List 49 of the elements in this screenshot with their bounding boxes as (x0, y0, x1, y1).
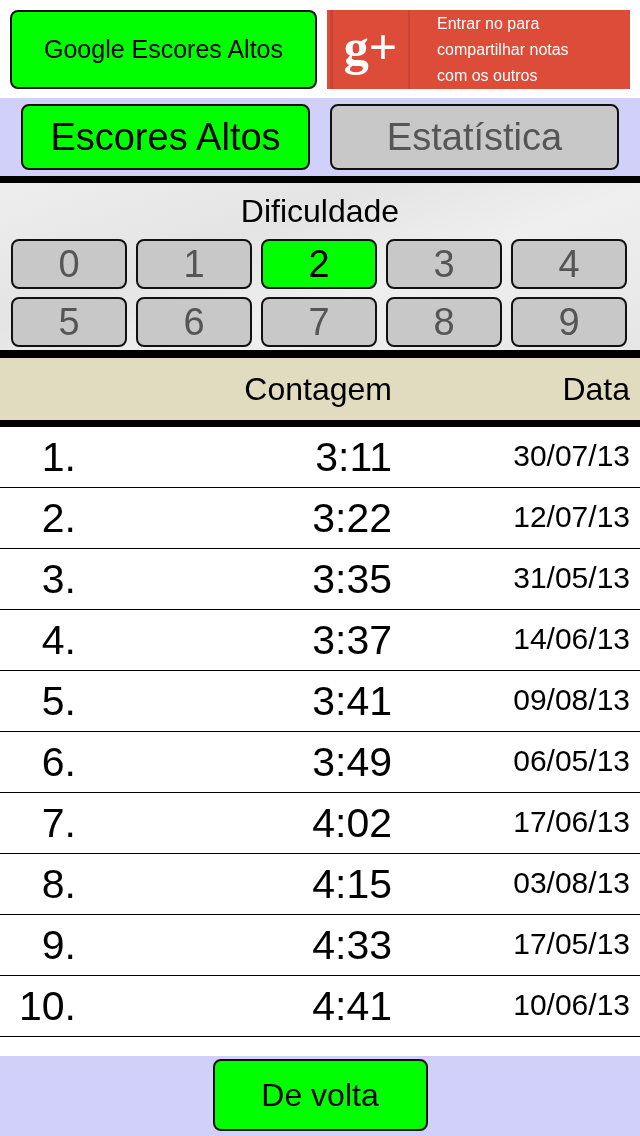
section-title: Dificuldade (239, 192, 401, 231)
date-cell: 31/05/13 (513, 561, 630, 594)
level-button[interactable]: 6 (136, 297, 252, 347)
logo-mark: g+ (330, 10, 410, 89)
time-cell: 4:15 (312, 860, 392, 907)
rank-cell: 5. (41, 677, 76, 724)
time-cell: 3:37 (312, 616, 392, 663)
back-button[interactable]: De volta (212, 1059, 428, 1131)
rank-cell: 1. (41, 433, 76, 480)
time-cell: 3:41 (312, 677, 392, 724)
date-cell: 17/06/13 (513, 805, 630, 838)
level-button[interactable]: 9 (511, 297, 627, 347)
time-cell: 4:41 (312, 982, 392, 1029)
rank-cell: 9. (41, 921, 76, 968)
level-button[interactable]: 7 (261, 297, 377, 347)
level-button[interactable]: 3 (386, 239, 502, 289)
time-cell: 3:49 (312, 738, 392, 785)
column-header: Data (562, 371, 630, 407)
rank-cell: 10. (19, 982, 76, 1029)
google-scores-button[interactable]: Google Escores Altos (10, 10, 317, 89)
sign-in-button[interactable]: g+ Entrar no para compartilhar notas com os outros (327, 10, 630, 89)
time-cell: 4:33 (312, 921, 392, 968)
time-cell: 3:11 (315, 433, 392, 480)
date-cell: 09/08/13 (513, 683, 630, 716)
tab[interactable]: Escores Altos (21, 104, 310, 170)
rank-cell: 2. (41, 494, 76, 541)
level-button[interactable]: 0 (11, 239, 127, 289)
time-cell: 4:02 (312, 799, 392, 846)
time-cell: 3:22 (312, 494, 392, 541)
level-button[interactable]: 2 (261, 239, 377, 289)
rank-cell: 8. (41, 860, 76, 907)
level-button[interactable]: 4 (511, 239, 627, 289)
date-cell: 12/07/13 (513, 500, 630, 533)
date-cell: 30/07/13 (513, 439, 630, 472)
column-header: Contagem (244, 371, 392, 407)
date-cell: 06/05/13 (513, 744, 630, 777)
date-cell: 17/05/13 (513, 927, 630, 960)
level-button[interactable]: 1 (136, 239, 252, 289)
date-cell: 14/06/13 (513, 622, 630, 655)
rank-cell: 3. (41, 555, 76, 602)
level-button[interactable]: 5 (11, 297, 127, 347)
time-cell: 3:35 (312, 555, 392, 602)
level-button[interactable]: 8 (386, 297, 502, 347)
date-cell: 10/06/13 (513, 988, 630, 1021)
date-cell: 03/08/13 (513, 866, 630, 899)
rank-cell: 6. (41, 738, 76, 785)
tab[interactable]: Estatística (330, 104, 619, 170)
rank-cell: 7. (41, 799, 76, 846)
rank-cell: 4. (41, 616, 76, 663)
